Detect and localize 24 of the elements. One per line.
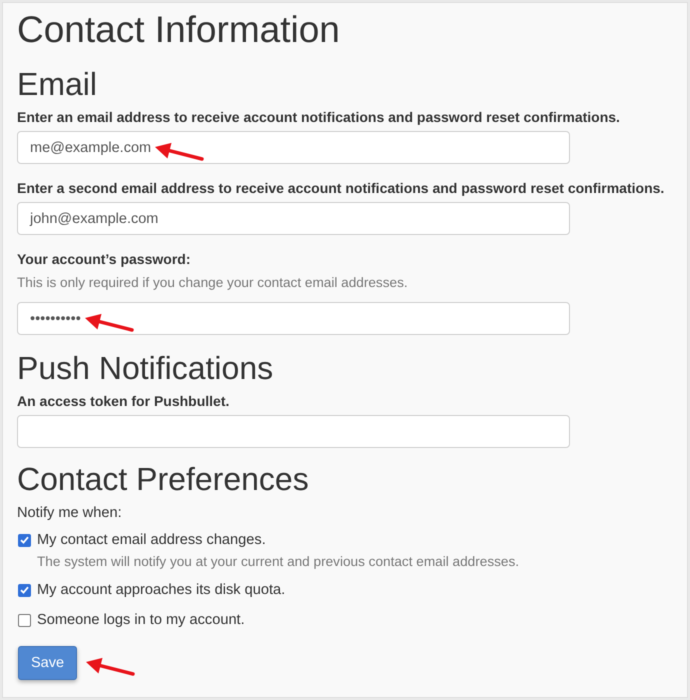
field-label: Enter a second email address to receive account notifications and password reset confirmations. <box>17 179 664 198</box>
section-heading: Contact Preferences <box>17 461 309 497</box>
input-field[interactable] <box>17 415 570 448</box>
checkmark-icon <box>20 586 29 594</box>
save-button[interactable]: Save <box>18 646 78 680</box>
input-field[interactable]: john@example.com <box>17 202 570 235</box>
checkbox[interactable] <box>18 614 31 626</box>
help-text: The system will notify you at your current and previous contact email addresses. <box>37 553 520 571</box>
checkbox-label: My contact email address changes. <box>37 531 266 550</box>
input-field[interactable]: me@example.com <box>17 131 570 164</box>
help-text: This is only required if you change your contact email addresses. <box>17 274 408 292</box>
checkmark-icon <box>20 536 29 544</box>
checkbox[interactable] <box>18 584 31 596</box>
field-label: An access token for Pushbullet. <box>17 392 230 411</box>
checkbox-label: Someone logs in to my account. <box>37 611 245 630</box>
field-label: Your account’s password: <box>17 250 190 269</box>
section-heading: Email <box>17 66 98 102</box>
checkbox-label: My account approaches its disk quota. <box>37 581 286 600</box>
field-label: Enter an email address to receive account notifications and password reset confirmations. <box>17 108 620 127</box>
checkbox[interactable] <box>18 534 31 546</box>
page-title: Contact Information <box>17 8 340 52</box>
intro-text: Notify me when: <box>17 504 122 523</box>
input-field[interactable]: •••••••••• <box>17 302 570 335</box>
section-heading: Push Notifications <box>17 350 274 386</box>
